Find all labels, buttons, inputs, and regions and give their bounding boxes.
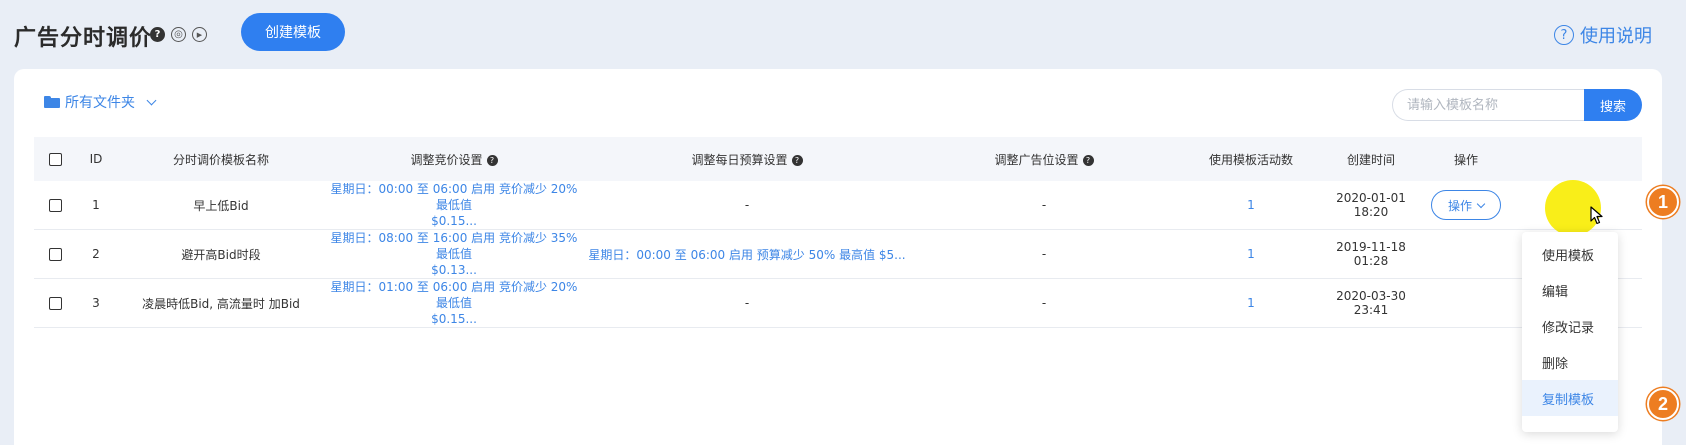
create-template-button[interactable]: 创建模板 <box>241 13 345 51</box>
col-placement-label: 调整广告位设置 <box>994 152 1079 167</box>
col-budget: 调整每日预算设置? <box>582 137 912 181</box>
col-budget-label: 调整每日预算设置 <box>691 152 788 167</box>
cell-bid-line1: 星期日：00:00 至 06:00 启用 竞价减少 20% 最低值 <box>330 182 578 212</box>
cell-placement: - <box>1041 198 1047 212</box>
menu-item-edit[interactable]: 编辑 <box>1522 272 1618 308</box>
col-name: 分时调价模板名称 <box>172 152 269 167</box>
cell-created: 2019-11-18 01:28 <box>1336 240 1406 268</box>
template-table: ID 分时调价模板名称 调整竞价设置? 调整每日预算设置? 调整广告位设置? 使… <box>34 137 1642 328</box>
cell-budget[interactable]: 星期日：00:00 至 06:00 启用 预算减少 50% 最高值 $5... <box>582 230 912 279</box>
cell-action <box>1416 279 1516 328</box>
title-icons: ? ◎ ▶ <box>150 27 207 42</box>
row-checkbox[interactable] <box>48 199 62 212</box>
cell-bid-line1: 星期日：01:00 至 06:00 启用 竞价减少 20% 最低值 <box>330 280 578 310</box>
cell-placement: - <box>1041 296 1047 310</box>
cell-id: 2 <box>92 247 100 261</box>
question-icon[interactable]: ? <box>1082 154 1094 166</box>
cell-id: 1 <box>92 198 100 212</box>
cell-created: 2020-01-01 18:20 <box>1336 191 1406 219</box>
question-icon[interactable]: ? <box>150 27 165 42</box>
cell-bid[interactable]: 星期日：08:00 至 16:00 启用 竞价减少 35% 最低值 $0.13..… <box>326 230 582 279</box>
step-badge-2: 2 <box>1647 388 1679 420</box>
select-all-cell <box>34 137 76 181</box>
cell-name: 凌晨時低Bid, 高流量时 加Bid <box>142 296 300 311</box>
template-card: 所有文件夹 搜索 ID 分时调价模板名称 调整竞价设置? 调整每日预算设置? 调… <box>14 69 1662 445</box>
cell-action <box>1416 230 1516 279</box>
menu-item-use-template[interactable]: 使用模板 <box>1522 236 1618 272</box>
cell-name: 早上低Bid <box>193 198 249 213</box>
cell-bid-line1: 星期日：08:00 至 16:00 启用 竞价减少 35% 最低值 <box>330 231 578 261</box>
table-header-row: ID 分时调价模板名称 调整竞价设置? 调整每日预算设置? 调整广告位设置? 使… <box>34 137 1642 181</box>
chevron-down-icon <box>1476 199 1486 208</box>
cell-bid-line2: $0.15... <box>431 312 477 326</box>
cell-count[interactable]: 1 <box>1176 181 1326 230</box>
play-icon[interactable]: ▶ <box>192 27 207 42</box>
page-header: 广告分时调价 ? ◎ ▶ 创建模板 ? 使用说明 <box>0 0 1686 68</box>
cell-action: 操作 <box>1416 181 1516 230</box>
cell-id: 3 <box>92 296 100 310</box>
search-bar: 搜索 <box>1392 89 1642 121</box>
cell-bid-line2: $0.13... <box>431 263 477 277</box>
col-action: 操作 <box>1453 152 1478 167</box>
help-circle-icon: ? <box>1554 25 1574 45</box>
row-checkbox-cell <box>34 279 76 328</box>
folder-label: 所有文件夹 <box>65 95 135 111</box>
col-spacer <box>1516 137 1642 181</box>
col-placement: 调整广告位设置? <box>912 137 1176 181</box>
cell-count[interactable]: 1 <box>1176 230 1326 279</box>
col-bid: 调整竞价设置? <box>326 137 582 181</box>
cell-budget: - <box>744 198 750 212</box>
select-all-checkbox[interactable] <box>48 153 62 166</box>
folder-icon <box>44 96 60 108</box>
cell-count[interactable]: 1 <box>1176 279 1326 328</box>
folder-selector[interactable]: 所有文件夹 <box>44 92 157 112</box>
menu-item-delete[interactable]: 删除 <box>1522 344 1618 380</box>
row-checkbox[interactable] <box>48 248 62 261</box>
col-created: 创建时间 <box>1346 152 1395 167</box>
row-checkbox-cell <box>34 181 76 230</box>
cell-bid[interactable]: 星期日：01:00 至 06:00 启用 竞价减少 20% 最低值 $0.15..… <box>326 279 582 328</box>
help-link[interactable]: ? 使用说明 <box>1554 22 1652 48</box>
question-icon[interactable]: ? <box>791 154 803 166</box>
cell-name: 避开高Bid时段 <box>181 247 261 262</box>
row-checkbox-cell <box>34 230 76 279</box>
cell-bid[interactable]: 星期日：00:00 至 06:00 启用 竞价减少 20% 最低值 $0.15..… <box>326 181 582 230</box>
col-bid-label: 调整竞价设置 <box>410 152 483 167</box>
menu-item-change-log[interactable]: 修改记录 <box>1522 308 1618 344</box>
help-link-label: 使用说明 <box>1580 26 1652 47</box>
record-icon[interactable]: ◎ <box>171 27 186 42</box>
step-badge-1: 1 <box>1647 186 1679 218</box>
search-input[interactable] <box>1392 89 1584 121</box>
chevron-down-icon <box>146 95 157 105</box>
table-row: 3 凌晨時低Bid, 高流量时 加Bid 星期日：01:00 至 06:00 启… <box>34 279 1642 328</box>
menu-item-copy-template[interactable]: 复制模板 <box>1522 380 1618 416</box>
table-row: 1 早上低Bid 星期日：00:00 至 06:00 启用 竞价减少 20% 最… <box>34 181 1642 230</box>
question-icon[interactable]: ? <box>486 154 498 166</box>
search-button[interactable]: 搜索 <box>1584 89 1642 121</box>
row-checkbox[interactable] <box>48 297 62 310</box>
action-button-label: 操作 <box>1447 198 1472 213</box>
action-menu: 使用模板 编辑 修改记录 删除 复制模板 <box>1522 232 1618 432</box>
cell-bid-line2: $0.15... <box>431 214 477 228</box>
action-dropdown-button[interactable]: 操作 <box>1431 190 1501 220</box>
cell-placement: - <box>1041 247 1047 261</box>
col-count: 使用模板活动数 <box>1208 152 1293 167</box>
cell-budget: - <box>744 296 750 310</box>
mouse-cursor-icon <box>1590 206 1603 225</box>
page-title: 广告分时调价 <box>14 26 153 51</box>
table-row: 2 避开高Bid时段 星期日：08:00 至 16:00 启用 竞价减少 35%… <box>34 230 1642 279</box>
col-id: ID <box>89 152 103 166</box>
cell-created: 2020-03-30 23:41 <box>1336 289 1406 317</box>
